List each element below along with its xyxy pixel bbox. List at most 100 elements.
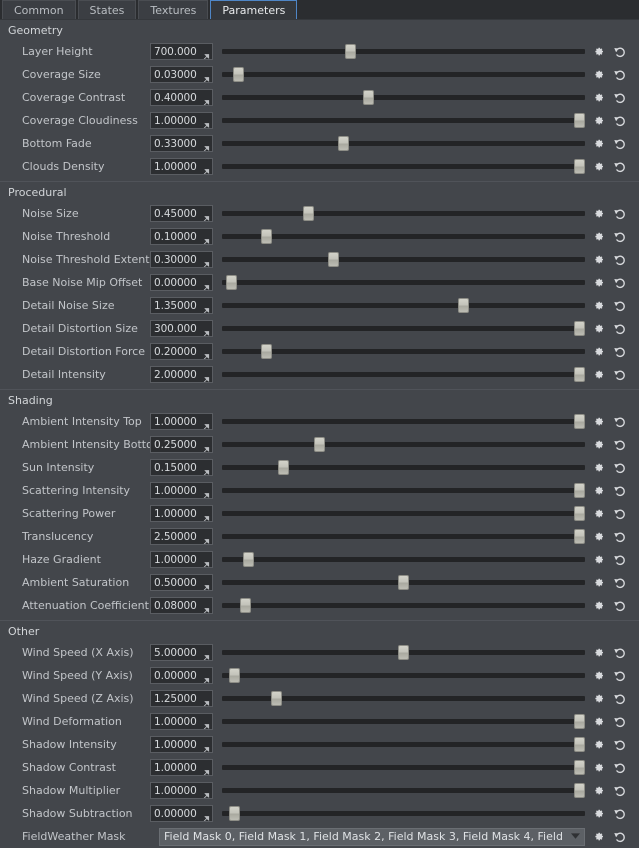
gear-icon[interactable]: [591, 460, 606, 475]
drag-handle-icon[interactable]: [201, 578, 210, 590]
slider-thumb[interactable]: [278, 460, 290, 475]
value-input[interactable]: 2.50000: [150, 528, 213, 545]
reset-icon[interactable]: [612, 714, 627, 729]
value-input[interactable]: 0.10000: [150, 228, 213, 245]
reset-icon[interactable]: [612, 737, 627, 752]
gear-icon[interactable]: [591, 321, 606, 336]
drag-handle-icon[interactable]: [201, 694, 210, 706]
parameter-slider[interactable]: [222, 132, 585, 155]
parameter-slider[interactable]: [222, 340, 585, 363]
slider-thumb[interactable]: [574, 760, 585, 775]
slider-thumb[interactable]: [239, 598, 251, 613]
slider-thumb[interactable]: [457, 298, 469, 313]
parameter-slider[interactable]: [222, 317, 585, 340]
value-input[interactable]: 1.00000: [150, 551, 213, 568]
value-input[interactable]: 1.00000: [150, 158, 213, 175]
gear-icon[interactable]: [591, 552, 606, 567]
drag-handle-icon[interactable]: [201, 93, 210, 105]
drag-handle-icon[interactable]: [201, 347, 210, 359]
value-input[interactable]: 700.000: [150, 43, 213, 60]
parameter-slider[interactable]: [222, 40, 585, 63]
value-input[interactable]: 1.35000: [150, 297, 213, 314]
tab-parameters[interactable]: Parameters: [210, 0, 298, 19]
tab-textures[interactable]: Textures: [138, 0, 209, 19]
gear-icon[interactable]: [591, 298, 606, 313]
gear-icon[interactable]: [591, 229, 606, 244]
slider-thumb[interactable]: [260, 229, 272, 244]
gear-icon[interactable]: [591, 367, 606, 382]
gear-icon[interactable]: [591, 67, 606, 82]
gear-icon[interactable]: [591, 344, 606, 359]
reset-icon[interactable]: [612, 67, 627, 82]
drag-handle-icon[interactable]: [201, 417, 210, 429]
value-input[interactable]: 0.45000: [150, 205, 213, 222]
value-input[interactable]: 1.00000: [150, 713, 213, 730]
value-input[interactable]: 0.15000: [150, 459, 213, 476]
slider-thumb[interactable]: [338, 136, 350, 151]
drag-handle-icon[interactable]: [201, 278, 210, 290]
slider-thumb[interactable]: [574, 159, 585, 174]
value-input[interactable]: 1.00000: [150, 112, 213, 129]
parameter-slider[interactable]: [222, 271, 585, 294]
parameter-slider[interactable]: [222, 248, 585, 271]
value-input[interactable]: 0.30000: [150, 251, 213, 268]
value-input[interactable]: 0.00000: [150, 667, 213, 684]
gear-icon[interactable]: [591, 414, 606, 429]
parameter-slider[interactable]: [222, 802, 585, 825]
slider-thumb[interactable]: [313, 437, 325, 452]
reset-icon[interactable]: [612, 321, 627, 336]
gear-icon[interactable]: [591, 737, 606, 752]
reset-icon[interactable]: [612, 783, 627, 798]
reset-icon[interactable]: [612, 552, 627, 567]
value-input[interactable]: 0.40000: [150, 89, 213, 106]
parameter-slider[interactable]: [222, 202, 585, 225]
gear-icon[interactable]: [591, 829, 606, 844]
gear-icon[interactable]: [591, 691, 606, 706]
reset-icon[interactable]: [612, 529, 627, 544]
reset-icon[interactable]: [612, 414, 627, 429]
slider-thumb[interactable]: [229, 668, 241, 683]
slider-thumb[interactable]: [260, 344, 272, 359]
drag-handle-icon[interactable]: [201, 740, 210, 752]
gear-icon[interactable]: [591, 206, 606, 221]
reset-icon[interactable]: [612, 437, 627, 452]
gear-icon[interactable]: [591, 645, 606, 660]
parameter-slider[interactable]: [222, 479, 585, 502]
parameter-slider[interactable]: [222, 433, 585, 456]
slider-thumb[interactable]: [398, 645, 409, 660]
parameter-slider[interactable]: [222, 664, 585, 687]
slider-thumb[interactable]: [232, 67, 244, 82]
slider-thumb[interactable]: [574, 414, 585, 429]
drag-handle-icon[interactable]: [201, 601, 210, 613]
reset-icon[interactable]: [612, 298, 627, 313]
tab-common[interactable]: Common: [2, 0, 76, 19]
value-input[interactable]: 300.000: [150, 320, 213, 337]
value-input[interactable]: 0.25000: [150, 436, 213, 453]
drag-handle-icon[interactable]: [201, 324, 210, 336]
gear-icon[interactable]: [591, 783, 606, 798]
reset-icon[interactable]: [612, 344, 627, 359]
slider-thumb[interactable]: [574, 506, 585, 521]
drag-handle-icon[interactable]: [201, 70, 210, 82]
parameter-slider[interactable]: [222, 687, 585, 710]
reset-icon[interactable]: [612, 668, 627, 683]
slider-thumb[interactable]: [271, 691, 283, 706]
parameter-slider[interactable]: [222, 756, 585, 779]
drag-handle-icon[interactable]: [201, 717, 210, 729]
value-input[interactable]: 0.33000: [150, 135, 213, 152]
reset-icon[interactable]: [612, 645, 627, 660]
drag-handle-icon[interactable]: [201, 532, 210, 544]
reset-icon[interactable]: [612, 90, 627, 105]
slider-thumb[interactable]: [327, 252, 339, 267]
slider-thumb[interactable]: [574, 529, 585, 544]
slider-thumb[interactable]: [574, 783, 585, 798]
reset-icon[interactable]: [612, 136, 627, 151]
reset-icon[interactable]: [612, 206, 627, 221]
reset-icon[interactable]: [612, 506, 627, 521]
gear-icon[interactable]: [591, 598, 606, 613]
value-input[interactable]: 1.00000: [150, 782, 213, 799]
parameter-slider[interactable]: [222, 86, 585, 109]
reset-icon[interactable]: [612, 598, 627, 613]
value-input[interactable]: 1.00000: [150, 413, 213, 430]
drag-handle-icon[interactable]: [201, 463, 210, 475]
